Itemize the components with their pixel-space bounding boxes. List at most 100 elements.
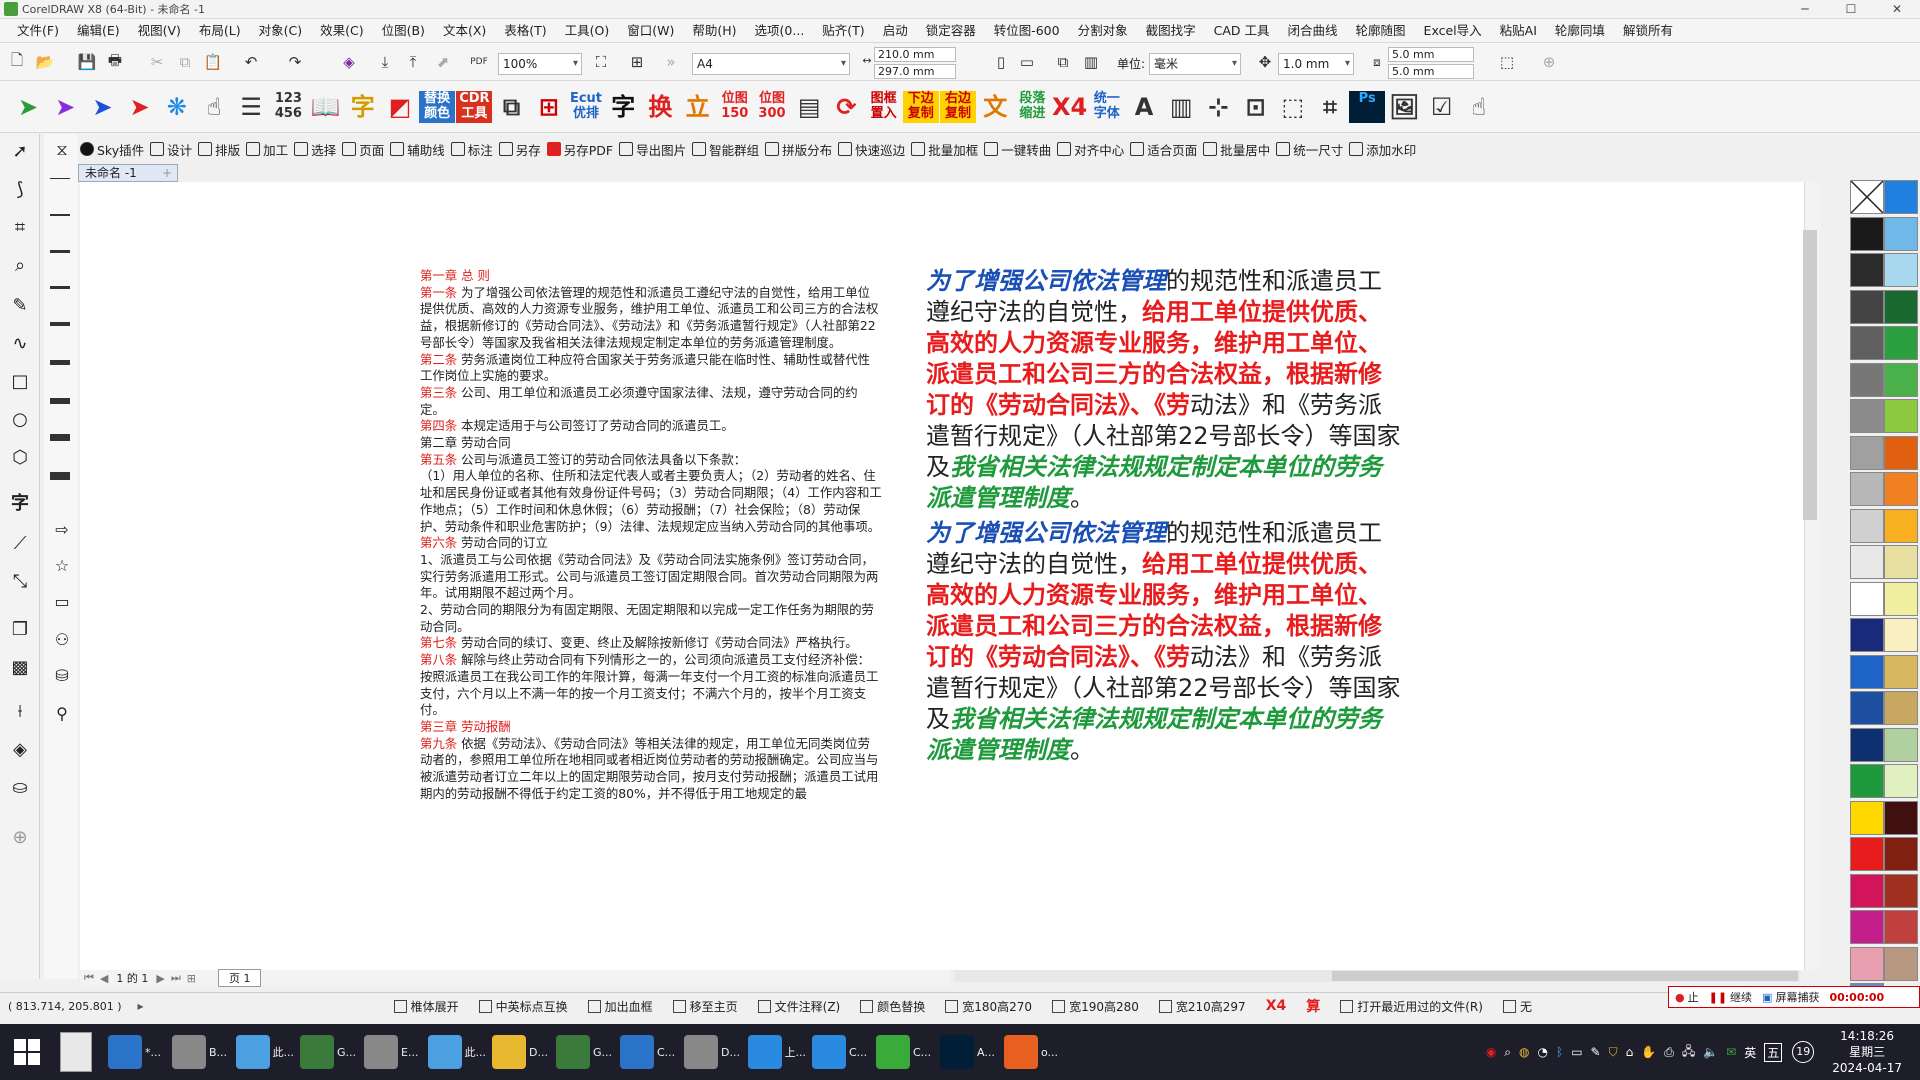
plugin-icon[interactable]: 段落 缩进 — [1014, 91, 1050, 123]
color-swatch[interactable] — [1884, 326, 1918, 360]
menu-item[interactable]: 文件(F) — [8, 19, 68, 43]
last-page-icon[interactable]: ⏭ — [171, 971, 181, 985]
menu-item[interactable]: 转位图-600 — [985, 19, 1069, 43]
taskbar-app[interactable]: 此... — [428, 1028, 486, 1076]
menu-item[interactable]: 帮助(H) — [683, 19, 745, 43]
plugin-icon[interactable]: ➤ — [122, 89, 158, 125]
line-weight-5[interactable] — [50, 398, 70, 404]
record-stop-button[interactable]: 止 — [1688, 989, 1699, 1005]
plugin-icon[interactable]: 立 — [680, 89, 716, 125]
taskbar-app[interactable]: C... — [876, 1028, 934, 1076]
no-fill-swatch[interactable] — [1850, 180, 1884, 214]
plugin-icon[interactable]: ➤ — [10, 89, 46, 125]
color-swatch[interactable] — [1884, 873, 1918, 908]
menu-item[interactable]: 解锁所有 — [1614, 19, 1682, 43]
tray-shield-icon[interactable]: ⛉ — [1609, 1045, 1618, 1060]
tray-network-icon[interactable]: 🖧 — [1682, 1042, 1695, 1063]
smart-fill-icon[interactable]: ⛀ — [8, 776, 32, 800]
redo-icon[interactable]: ↷ — [284, 51, 306, 73]
status-plugin-button[interactable]: 宽180高270 — [945, 998, 1032, 1015]
callout-shape-icon[interactable]: ▭ — [50, 590, 74, 614]
record-tray-icon[interactable]: ◉ — [1486, 1045, 1496, 1059]
color-swatch[interactable] — [1850, 545, 1884, 579]
line-weight-7[interactable] — [50, 472, 70, 480]
color-swatch[interactable] — [1884, 545, 1918, 579]
plugin-button[interactable]: 页面 — [342, 140, 384, 159]
color-swatch[interactable] — [1850, 472, 1884, 506]
units-combo[interactable]: 毫米 — [1149, 53, 1241, 75]
plugin-icon[interactable]: ☰ — [233, 89, 269, 125]
screen-capture-button[interactable]: 屏幕捕获 — [1775, 989, 1819, 1005]
taskbar-app[interactable]: G... — [556, 1028, 614, 1076]
open-folder-icon[interactable]: 📂 — [34, 51, 56, 73]
tray-display-icon[interactable]: ▭ — [1571, 1045, 1582, 1059]
color-swatch[interactable] — [1884, 435, 1918, 470]
color-swatch[interactable] — [1850, 618, 1884, 652]
color-swatch[interactable] — [1850, 435, 1884, 470]
plugin-button[interactable]: 快速巡边 — [838, 140, 905, 159]
color-swatch[interactable] — [1850, 873, 1884, 908]
color-swatch[interactable] — [1884, 654, 1918, 689]
maximize-button[interactable]: ☐ — [1828, 0, 1874, 19]
plugin-icon[interactable]: 字 — [605, 89, 641, 125]
tray-ime[interactable]: 五 — [1764, 1042, 1783, 1062]
plugin-icon[interactable]: 位图 150 — [717, 91, 753, 123]
plugin-button[interactable]: 选择 — [294, 140, 336, 159]
windows-start-icon[interactable] — [14, 1039, 40, 1065]
menu-item[interactable]: 粘贴AI — [1491, 19, 1546, 43]
color-swatch[interactable] — [1850, 508, 1884, 543]
left-text-block[interactable]: 第一章 总 则第一条 为了增强公司依法管理的规范性和派遣员工遵纪守法的自觉性，给… — [420, 268, 882, 803]
color-swatch[interactable] — [1850, 800, 1884, 835]
status-plugin-button[interactable]: X4 — [1266, 998, 1287, 1014]
taskbar-app[interactable]: C... — [620, 1028, 678, 1076]
tray-language[interactable]: 英 — [1744, 1044, 1756, 1061]
plugin-button[interactable]: 标注 — [450, 140, 493, 159]
menu-item[interactable]: 贴齐(T) — [813, 19, 873, 43]
menu-item[interactable]: CAD 工具 — [1205, 19, 1279, 43]
status-plugin-button[interactable]: 中英标点互换 — [478, 998, 568, 1015]
record-continue-icon[interactable]: ❚❚ — [1709, 991, 1727, 1004]
line-weight-hairline[interactable] — [50, 178, 70, 179]
connector-tool-icon[interactable]: ⤡ — [8, 570, 32, 594]
color-swatch[interactable] — [1850, 946, 1884, 981]
duplicate-x-input[interactable]: 5.0 mm — [1388, 47, 1474, 62]
interactive-fill-icon[interactable]: ◈ — [8, 738, 32, 762]
plugin-button[interactable]: 加工 — [246, 140, 288, 159]
snap-to-icon[interactable]: ⊞ — [626, 51, 648, 73]
menu-item[interactable]: 位图(B) — [373, 19, 434, 43]
plugin-icon[interactable]: ☑ — [1424, 89, 1460, 125]
color-swatch[interactable] — [1884, 727, 1918, 762]
page-height-input[interactable]: 297.0 mm — [874, 64, 956, 79]
menu-item[interactable]: 视图(V) — [129, 19, 190, 43]
status-plugin-button[interactable]: 移至主页 — [672, 998, 738, 1015]
tray-alarm-icon[interactable]: ◔ — [1538, 1045, 1548, 1059]
paper-size-combo[interactable]: A4 — [692, 53, 850, 75]
publish-pdf-icon[interactable]: PDF — [468, 51, 490, 73]
plugin-icon[interactable]: Ecut 优排 — [568, 91, 604, 123]
plugin-button[interactable]: 统一尺寸 — [1276, 140, 1343, 159]
star-shape-icon[interactable]: ☆ — [50, 554, 74, 578]
plugin-icon[interactable]: ▤ — [791, 89, 827, 125]
plugin-button[interactable]: 对齐中心 — [1057, 140, 1124, 159]
plugin-button[interactable]: Sky插件 — [80, 140, 144, 159]
plugin-icon[interactable]: 字 — [345, 89, 381, 125]
color-swatch[interactable] — [1884, 216, 1918, 251]
plugin-icon[interactable]: ⊹ — [1200, 89, 1236, 125]
menu-item[interactable]: 轮廓同填 — [1546, 19, 1614, 43]
paste-icon[interactable]: 📋 — [202, 51, 224, 73]
plugin-icon[interactable]: ➤ — [84, 89, 120, 125]
polygon-tool-icon[interactable]: ⬡ — [8, 446, 32, 470]
all-pages-icon[interactable]: ⧉ — [1052, 51, 1074, 73]
plugin-icon[interactable]: 图框 置入 — [866, 91, 902, 123]
system-clock[interactable]: 14:18:26 星期三 2024-04-17 — [1832, 1028, 1902, 1076]
plugin-button[interactable]: 批量居中 — [1203, 140, 1270, 159]
plugin-icon[interactable]: Ps — [1349, 91, 1386, 123]
minimize-button[interactable]: ─ — [1782, 0, 1828, 19]
new-tab-icon[interactable]: + — [162, 166, 172, 180]
color-swatch[interactable] — [1884, 362, 1918, 397]
vertical-scrollbar-thumb[interactable] — [1803, 230, 1817, 520]
plugin-button[interactable]: 另存PDF — [546, 140, 613, 159]
export-menu-icon[interactable]: ⬈ — [432, 51, 454, 73]
menu-item[interactable]: 选项(0... — [746, 19, 814, 43]
plugin-icon[interactable]: ▥ — [1163, 89, 1199, 125]
